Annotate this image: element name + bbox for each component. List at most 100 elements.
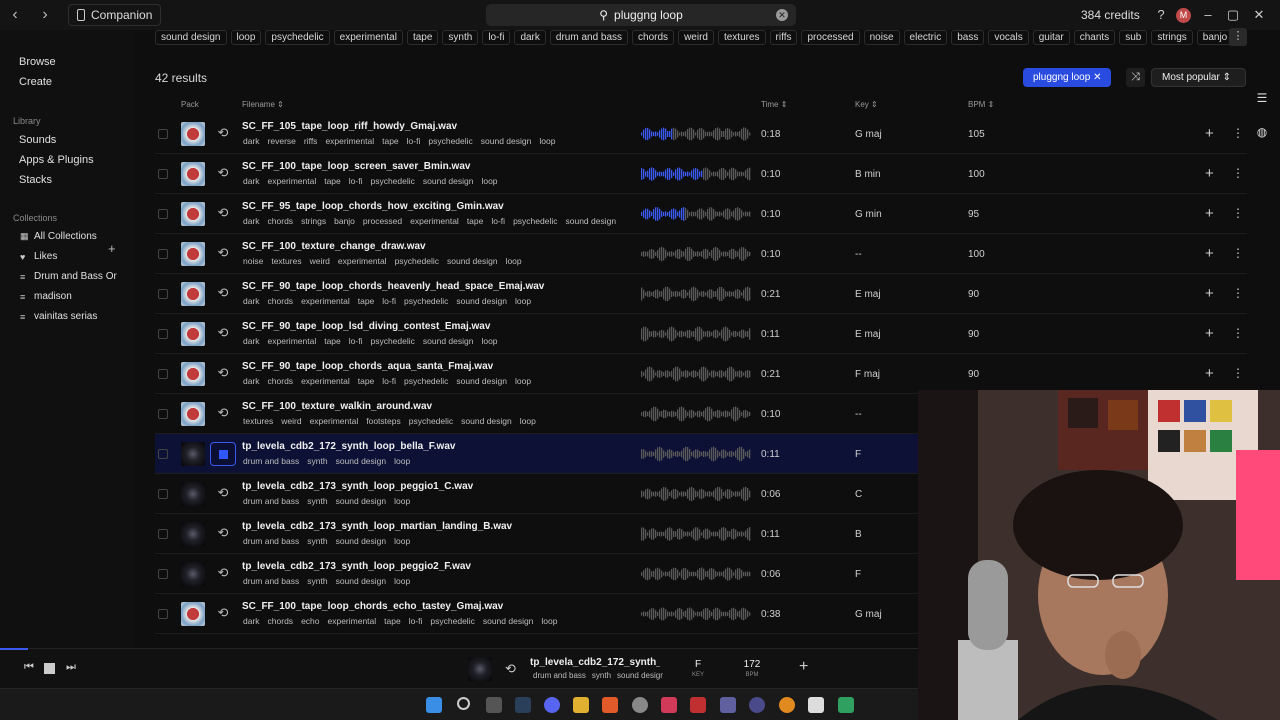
sample-tag[interactable]: loop: [394, 496, 410, 506]
table-row[interactable]: ⟲ SC_FF_100_texture_change_draw.wav noise t…: [155, 234, 1247, 274]
tag-filter-chip[interactable]: experimental: [333, 30, 403, 45]
companion-button[interactable]: Companion: [68, 4, 162, 26]
tag-filter-chip[interactable]: sub: [1119, 30, 1148, 45]
tag-filter-chip[interactable]: textures: [717, 30, 766, 45]
sample-tag[interactable]: experimental: [410, 216, 459, 226]
sample-tag[interactable]: psychedelic: [430, 616, 474, 626]
column-header-filename[interactable]: Filename ⇕: [242, 100, 284, 109]
add-collection-icon[interactable]: +: [108, 241, 116, 256]
waveform[interactable]: [641, 524, 751, 544]
sidebar-item-browse[interactable]: Browse: [19, 56, 56, 68]
pack-thumbnail[interactable]: [181, 362, 205, 386]
sidebar-item-vainitas-serias[interactable]: ≡ vainitas serias: [20, 311, 97, 322]
sidebar-item-likes[interactable]: ♥ Likes: [20, 251, 57, 262]
more-options-icon[interactable]: ⋮: [1232, 366, 1244, 380]
tag-filter-chip[interactable]: dark: [514, 30, 546, 45]
sample-tag[interactable]: tape: [358, 296, 375, 306]
tag-filter-chip[interactable]: guitar: [1032, 30, 1070, 45]
row-checkbox[interactable]: [158, 329, 168, 339]
sample-tag[interactable]: tape: [324, 176, 341, 186]
row-checkbox[interactable]: [158, 529, 168, 539]
sample-tag[interactable]: loop: [541, 616, 557, 626]
sample-tag[interactable]: synth: [307, 576, 327, 586]
row-checkbox[interactable]: [158, 209, 168, 219]
tag-filter-chip[interactable]: synth: [442, 30, 479, 45]
sample-tag[interactable]: psychedelic: [409, 416, 453, 426]
sample-tag[interactable]: sound design: [423, 176, 474, 186]
loop-icon[interactable]: ⟲: [216, 286, 230, 300]
row-checkbox[interactable]: [158, 489, 168, 499]
sample-filename[interactable]: SC_FF_100_tape_loop_screen_saver_Bmin.wa…: [242, 161, 470, 172]
loop-icon[interactable]: ⟲: [216, 606, 230, 620]
table-row[interactable]: ⟲ SC_FF_90_tape_loop_chords_heavenly_head…: [155, 274, 1247, 314]
sample-tag[interactable]: lo-fi: [382, 376, 396, 386]
app-icon[interactable]: [808, 697, 824, 713]
sample-tag[interactable]: sound design: [447, 256, 498, 266]
row-checkbox[interactable]: [158, 289, 168, 299]
sample-tag[interactable]: textures: [271, 256, 301, 266]
row-checkbox[interactable]: [158, 609, 168, 619]
sample-tag[interactable]: dark: [243, 176, 260, 186]
app-icon[interactable]: [690, 697, 706, 713]
sample-tag[interactable]: sound design: [456, 296, 507, 306]
sample-tag[interactable]: loop: [515, 376, 531, 386]
search-input[interactable]: ⚲ pluggng loop ✕: [486, 4, 796, 26]
loop-icon[interactable]: ⟲: [505, 661, 516, 677]
waveform[interactable]: [641, 364, 751, 384]
tag-filter-chip[interactable]: lo-fi: [482, 30, 511, 45]
sample-tag[interactable]: dark: [243, 616, 260, 626]
tag-filter-chip[interactable]: tape: [406, 30, 439, 45]
sample-tag[interactable]: psychedelic: [404, 376, 448, 386]
playback-progress[interactable]: [0, 648, 28, 650]
chrome-icon[interactable]: [632, 697, 648, 713]
sample-tag[interactable]: psychedelic: [513, 216, 557, 226]
sample-tag[interactable]: sound design: [481, 136, 532, 146]
pack-thumbnail[interactable]: [181, 602, 205, 626]
tag-filter-chip[interactable]: vocals: [988, 30, 1029, 45]
waveform[interactable]: [641, 164, 751, 184]
loop-icon[interactable]: ⟲: [216, 166, 230, 180]
sample-tag[interactable]: psychedelic: [395, 256, 439, 266]
sample-tag[interactable]: tape: [467, 216, 484, 226]
sample-filename[interactable]: SC_FF_100_texture_change_draw.wav: [242, 241, 426, 252]
task-view-icon[interactable]: [486, 697, 502, 713]
waveform[interactable]: [641, 404, 751, 424]
sample-tag[interactable]: weird: [310, 256, 330, 266]
loop-icon[interactable]: ⟲: [216, 566, 230, 580]
sample-tag[interactable]: experimental: [301, 296, 350, 306]
tag-filter-chip[interactable]: electric: [903, 30, 948, 45]
sample-tag[interactable]: experimental: [301, 376, 350, 386]
sample-tag[interactable]: sound design: [565, 216, 616, 226]
shapes-icon[interactable]: ◍: [1254, 125, 1270, 141]
sample-tag[interactable]: drum and bass: [243, 456, 299, 466]
tag-filter-chip[interactable]: bass: [951, 30, 985, 45]
sample-tag[interactable]: chords: [268, 376, 294, 386]
sidebar-item-stacks[interactable]: Stacks: [19, 174, 52, 186]
loop-icon[interactable]: ⟲: [216, 406, 230, 420]
more-options-icon[interactable]: ⋮: [1232, 246, 1244, 260]
sample-filename[interactable]: tp_levela_cdb2_173_synth_loop_peggio1_C.…: [242, 481, 473, 492]
sample-tag[interactable]: sound design: [336, 576, 387, 586]
add-icon[interactable]: +: [1205, 245, 1214, 262]
sample-filename[interactable]: tp_levela_cdb2_173_synth_loop_martian_la…: [242, 521, 512, 532]
sample-tag[interactable]: psychedelic: [370, 176, 414, 186]
remove-filter-icon[interactable]: ✕: [1093, 72, 1101, 83]
pack-thumbnail[interactable]: [181, 282, 205, 306]
sample-tag[interactable]: lo-fi: [382, 296, 396, 306]
sample-filename[interactable]: SC_FF_95_tape_loop_chords_how_exciting_G…: [242, 201, 504, 212]
sample-tag[interactable]: processed: [363, 216, 402, 226]
sample-tag[interactable]: loop: [394, 576, 410, 586]
file-explorer-icon[interactable]: [573, 697, 589, 713]
add-to-collection-icon[interactable]: +: [799, 658, 808, 676]
sample-tag[interactable]: chords: [268, 216, 294, 226]
app-icon[interactable]: [749, 697, 765, 713]
minimize-icon[interactable]: –: [1200, 7, 1216, 23]
more-options-icon[interactable]: ⋮: [1232, 326, 1244, 340]
row-checkbox[interactable]: [158, 409, 168, 419]
sample-tag[interactable]: loop: [539, 136, 555, 146]
fl-studio-icon[interactable]: [779, 697, 795, 713]
pack-thumbnail[interactable]: [181, 122, 205, 146]
sample-tag[interactable]: sound design: [336, 496, 387, 506]
avatar[interactable]: M: [1176, 8, 1191, 23]
stop-button[interactable]: [210, 442, 236, 466]
